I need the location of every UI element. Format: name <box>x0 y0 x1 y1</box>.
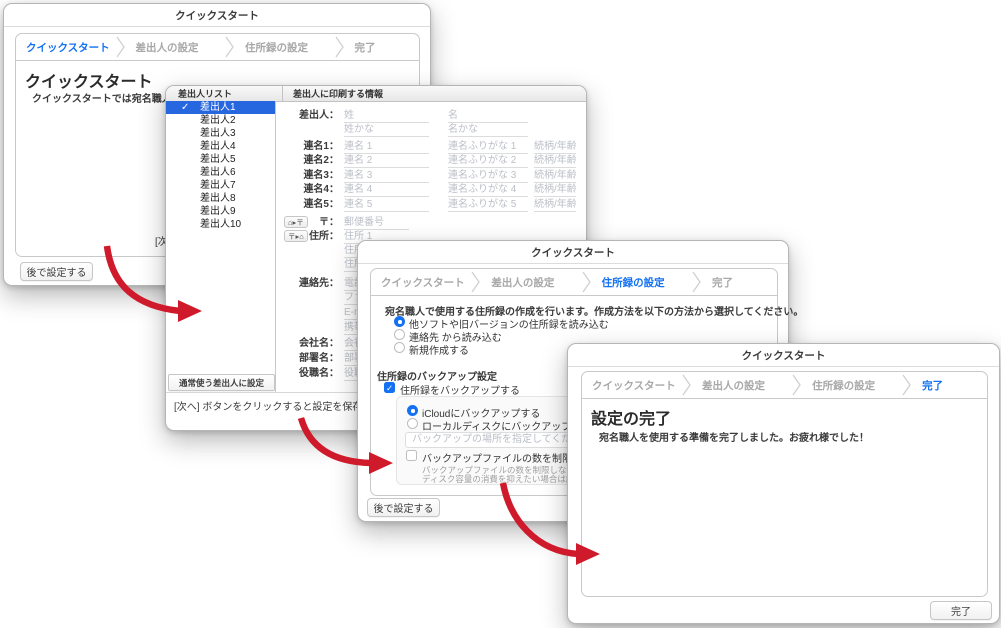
check-icon: ✓ <box>386 383 393 393</box>
list-item-sender[interactable]: 差出人2 <box>166 114 275 127</box>
window-title: クイックスタート <box>4 4 430 27</box>
joint3-relation-field[interactable]: 続柄/年齢 <box>534 169 576 183</box>
chevron-right-icon <box>792 372 802 398</box>
list-item-sender[interactable]: 差出人6 <box>166 166 275 179</box>
backup-section-title: 住所録のバックアップ設定 <box>377 368 497 383</box>
last-kana-field[interactable]: 姓かな <box>344 123 429 137</box>
step-addressbook-settings[interactable]: 住所録の設定 <box>592 269 692 295</box>
list-item-sender[interactable]: 差出人5 <box>166 153 275 166</box>
list-item-sender[interactable]: 差出人7 <box>166 179 275 192</box>
step-addressbook-settings[interactable]: 住所録の設定 <box>235 34 335 60</box>
list-item-sender[interactable]: 差出人9 <box>166 205 275 218</box>
joint4-name-field[interactable]: 連名 4 <box>344 183 429 197</box>
window-title: クイックスタート <box>568 344 999 367</box>
postal-to-home-lookup-button[interactable]: 〒▸⌂ <box>284 230 308 242</box>
sender-list-header: 差出人リスト <box>166 86 283 101</box>
chevron-right-icon <box>582 269 592 295</box>
check-icon: ✓ <box>181 101 189 114</box>
joint1-name-field[interactable]: 連名 1 <box>344 140 429 154</box>
window-title: クイックスタート <box>358 241 788 264</box>
chevron-right-icon <box>335 34 345 60</box>
joint3-kana-field[interactable]: 連名ふりがな 3 <box>448 169 528 183</box>
chevron-right-icon <box>692 269 702 295</box>
joint4-kana-field[interactable]: 連名ふりがな 4 <box>448 183 528 197</box>
window-done: クイックスタート クイックスタート 差出人の設定 住所録の設定 完了 設定の完了… <box>567 343 1000 624</box>
list-item-sender[interactable]: 差出人8 <box>166 192 275 205</box>
chevron-right-icon <box>116 34 126 60</box>
radio-label[interactable]: ローカルディスクにバックアップする <box>422 418 591 433</box>
chevron-right-icon <box>902 372 912 398</box>
home-to-postal-lookup-button[interactable]: ⌂▸〒 <box>284 216 308 228</box>
joint1-relation-field[interactable]: 続柄/年齢 <box>534 140 576 154</box>
completion-text: 宛名職人を使用する準備を完了しました。お疲れ様でした！ <box>599 429 869 444</box>
step-sender-settings[interactable]: 差出人の設定 <box>126 34 226 60</box>
joint4-relation-field[interactable]: 続柄/年齢 <box>534 183 576 197</box>
limit-backup-files-checkbox[interactable] <box>406 450 417 461</box>
joint2-relation-field[interactable]: 続柄/年齢 <box>534 154 576 168</box>
backup-checkbox[interactable]: ✓ <box>384 382 395 393</box>
quick-start-flow: クイックスタート クイックスタート 差出人の設定 住所録の設定 完了 クイックス… <box>0 0 1001 628</box>
joint1-label: 連名1： <box>269 140 339 153</box>
step-sender-settings[interactable]: 差出人の設定 <box>692 372 792 398</box>
step-addressbook-settings[interactable]: 住所録の設定 <box>802 372 902 398</box>
sender-list: ✓ 差出人1 差出人2 差出人3 差出人4 差出人5 差出人6 差出人7 差出人… <box>166 101 276 392</box>
joint2-kana-field[interactable]: 連名ふりがな 2 <box>448 154 528 168</box>
postal-label: 〒： <box>309 216 339 229</box>
joint1-kana-field[interactable]: 連名ふりがな 1 <box>448 140 528 154</box>
last-name-field[interactable]: 姓 <box>344 109 429 123</box>
step-done[interactable]: 完了 <box>702 269 777 295</box>
set-default-sender-button[interactable]: 通常使う差出人に設定 <box>168 374 275 391</box>
step-quickstart[interactable]: クイックスタート <box>371 269 471 295</box>
set-later-button[interactable]: 後で設定する <box>20 262 93 281</box>
print-info-header: 差出人に印刷する情報 <box>283 86 383 101</box>
radio-import-other-software[interactable] <box>394 316 405 327</box>
first-kana-field[interactable]: 名かな <box>448 123 528 137</box>
joint2-name-field[interactable]: 連名 2 <box>344 154 429 168</box>
completion-heading: 設定の完了 <box>591 405 671 429</box>
radio-icloud-backup[interactable] <box>407 405 418 416</box>
wizard-steps: クイックスタート 差出人の設定 住所録の設定 完了 <box>582 372 987 399</box>
list-item-sender[interactable]: ✓ 差出人1 <box>166 101 275 114</box>
joint5-relation-field[interactable]: 続柄/年齢 <box>534 198 576 212</box>
address-label: 住所： <box>309 230 339 243</box>
joint5-name-field[interactable]: 連名 5 <box>344 198 429 212</box>
backup-checkbox-label[interactable]: 住所録をバックアップする <box>400 382 520 397</box>
chevron-right-icon <box>682 372 692 398</box>
step-done[interactable]: 完了 <box>345 34 419 60</box>
column-headers: 差出人リスト 差出人に印刷する情報 <box>166 86 586 102</box>
first-name-field[interactable]: 名 <box>448 109 528 123</box>
chevron-right-icon <box>225 34 235 60</box>
step-done[interactable]: 完了 <box>912 372 987 398</box>
list-item-sender[interactable]: 差出人3 <box>166 127 275 140</box>
joint3-name-field[interactable]: 連名 3 <box>344 169 429 183</box>
company-label: 会社名： <box>269 337 339 350</box>
job-title-label: 役職名： <box>269 367 339 380</box>
joint2-label: 連名2： <box>269 154 339 167</box>
step-quickstart[interactable]: クイックスタート <box>16 34 116 60</box>
joint4-label: 連名4： <box>269 183 339 196</box>
sender-field-label: 差出人： <box>269 109 339 122</box>
list-item-sender[interactable]: 差出人10 <box>166 218 275 231</box>
contact-label: 連絡先： <box>269 277 339 290</box>
department-label: 部署名： <box>269 352 339 365</box>
radio-import-contacts[interactable] <box>394 329 405 340</box>
postal-code-field[interactable]: 郵便番号 <box>344 216 409 230</box>
chevron-right-icon <box>471 269 481 295</box>
wizard-steps: クイックスタート 差出人の設定 住所録の設定 完了 <box>371 269 777 296</box>
set-later-button[interactable]: 後で設定する <box>367 498 440 517</box>
wizard-steps: クイックスタート 差出人の設定 住所録の設定 完了 <box>16 34 419 61</box>
joint5-label: 連名5： <box>269 198 339 211</box>
step-quickstart[interactable]: クイックスタート <box>582 372 682 398</box>
radio-create-new[interactable] <box>394 342 405 353</box>
radio-label[interactable]: 新規作成する <box>409 342 469 357</box>
step-sender-settings[interactable]: 差出人の設定 <box>481 269 581 295</box>
joint5-kana-field[interactable]: 連名ふりがな 5 <box>448 198 528 212</box>
done-button[interactable]: 完了 <box>930 601 992 620</box>
list-item-sender[interactable]: 差出人4 <box>166 140 275 153</box>
page-title: クイックスタート <box>25 68 153 92</box>
radio-local-disk-backup[interactable] <box>407 418 418 429</box>
joint3-label: 連名3： <box>269 169 339 182</box>
